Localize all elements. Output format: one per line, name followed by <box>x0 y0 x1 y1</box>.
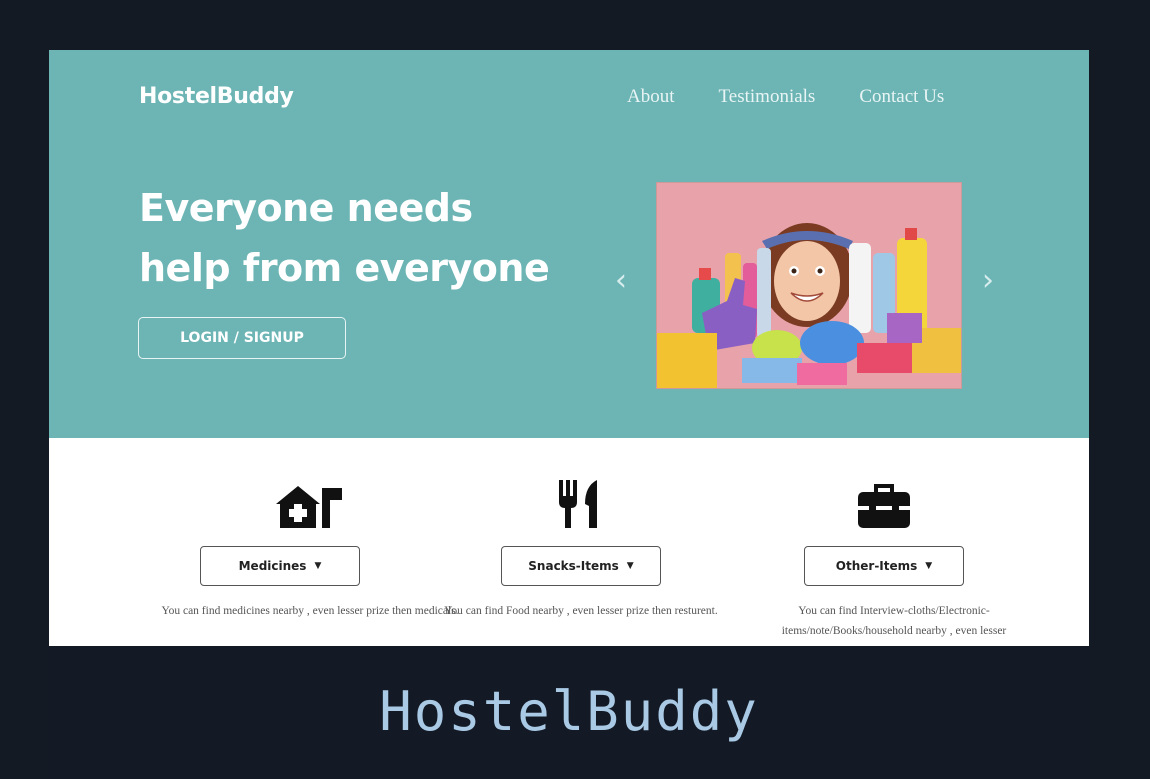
headline-line-2: help from everyone <box>139 246 550 290</box>
medical-house-icon <box>160 478 460 530</box>
cleaning-woman-illustration <box>657 183 961 388</box>
toolbox-icon <box>734 478 1034 530</box>
fork-knife-icon <box>431 478 731 530</box>
other-items-dropdown[interactable]: Other-Items ▼ <box>804 546 964 586</box>
other-items-dropdown-label: Other-Items <box>835 559 918 573</box>
chevron-down-icon: ▼ <box>925 561 933 571</box>
chevron-down-icon: ▼ <box>314 561 322 571</box>
chevron-down-icon: ▼ <box>626 561 634 571</box>
other-items-description: You can find Interview-cloths/Electronic… <box>781 605 1007 637</box>
top-nav: About Testimonials Contact Us <box>627 86 988 108</box>
nav-contact-us[interactable]: Contact Us <box>859 86 944 108</box>
medicines-description: You can find medicines nearby , even les… <box>161 605 459 617</box>
project-caption: HostelBuddy <box>379 680 759 743</box>
features-section: Medicines ▼ You can find medicines nearb… <box>49 438 1089 646</box>
screenshot-frame: HostelBuddy About Testimonials Contact U… <box>49 50 1089 779</box>
snacks-dropdown[interactable]: Snacks-Items ▼ <box>501 546 661 586</box>
carousel-prev-icon[interactable]: ‹ <box>615 266 627 296</box>
snacks-dropdown-label: Snacks-Items <box>528 559 619 573</box>
medicines-dropdown[interactable]: Medicines ▼ <box>200 546 360 586</box>
snacks-description: You can find Food nearby , even lesser p… <box>444 605 718 617</box>
hero-section: HostelBuddy About Testimonials Contact U… <box>49 50 1089 438</box>
hero-headline: Everyone needs help from everyone <box>139 178 550 298</box>
login-signup-button[interactable]: LOGIN / SIGNUP <box>138 317 346 359</box>
medicines-dropdown-label: Medicines <box>238 559 307 573</box>
site-logo[interactable]: HostelBuddy <box>139 84 294 109</box>
carousel-image <box>656 182 962 389</box>
website: HostelBuddy About Testimonials Contact U… <box>49 50 1089 646</box>
nav-about[interactable]: About <box>627 86 675 108</box>
nav-testimonials[interactable]: Testimonials <box>719 86 816 108</box>
carousel-next-icon[interactable]: › <box>982 266 994 296</box>
headline-line-1: Everyone needs <box>139 186 473 230</box>
